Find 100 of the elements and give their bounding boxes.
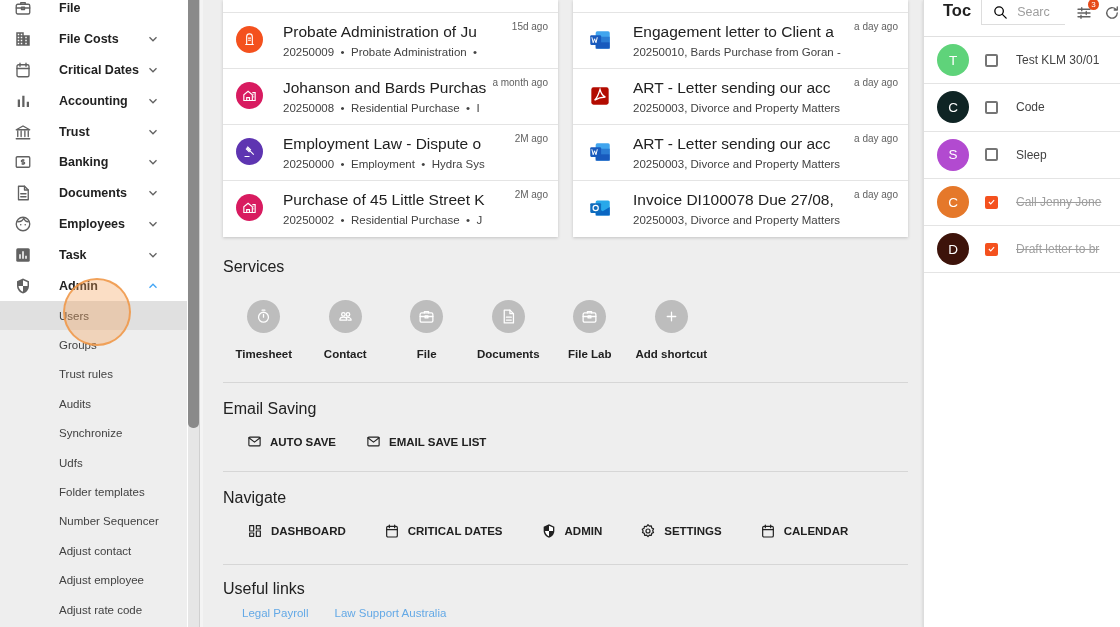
file-list-item[interactable]: Purchase of 45 Little Street K 20250002 • Residential Purchase • J 2M ago	[223, 181, 558, 237]
settings-icon	[640, 523, 657, 539]
calendar-icon	[383, 523, 400, 539]
timestamp: a day ago	[854, 133, 898, 144]
timestamp: a day ago	[854, 21, 898, 32]
timestamp: 2M ago	[514, 133, 548, 144]
building-icon	[14, 30, 32, 49]
document-list-item[interactable]: ART - Letter sending our acc 20250003, Divorce and Property Matters a day ago	[573, 125, 908, 181]
shortcut-button[interactable]: File	[386, 300, 468, 360]
search-icon	[992, 3, 1010, 21]
avatar: S	[937, 138, 969, 171]
sidebar-item[interactable]: Banking	[0, 147, 187, 178]
section-heading: Navigate	[223, 488, 287, 508]
dashboard-icon	[247, 523, 263, 539]
checkbox[interactable]	[985, 242, 998, 256]
checkbox[interactable]	[985, 195, 998, 209]
search-box[interactable]: Searc	[981, 0, 1065, 25]
email-button[interactable]: AUTO SAVE	[237, 430, 347, 453]
panel-title: Toc	[943, 0, 972, 20]
item-subtitle: 20250002 • Residential Purchase • J	[283, 214, 483, 226]
mail-icon	[366, 434, 382, 449]
section-heading: Useful links	[223, 579, 305, 599]
item-title: Probate Administration of Ju	[283, 23, 477, 41]
nav-button[interactable]: CALENDAR	[749, 519, 859, 543]
briefcase-icon	[418, 308, 436, 325]
item-title: Employment Law - Dispute o	[283, 135, 482, 153]
item-subtitle: 20250009 • Probate Administration •	[283, 46, 478, 58]
shortcut-button[interactable]: Timesheet	[223, 300, 305, 360]
sidebar-item[interactable]: Critical Dates	[0, 54, 187, 86]
nav-button[interactable]: ADMIN	[530, 519, 613, 543]
timestamp: a month ago	[492, 77, 548, 88]
submenu-item[interactable]: Groups	[0, 330, 187, 360]
document-list-item[interactable]: Invoice DI100078 Due 27/08, 20250003, Divorce and Property Matters a day ago	[573, 181, 908, 237]
item-subtitle: 20250000 • Employment • Hydra Sys	[283, 158, 485, 170]
avatar: T	[937, 44, 969, 77]
sidebar-item[interactable]: Employees	[0, 208, 187, 240]
avatar: C	[937, 91, 969, 124]
filter-icon	[1075, 4, 1093, 22]
item-title: ART - Letter sending our acc	[633, 135, 831, 153]
checkbox[interactable]	[985, 53, 998, 67]
shortcut-button[interactable]: File Lab	[549, 300, 631, 360]
face-icon	[14, 214, 32, 233]
section-heading: Services	[223, 257, 285, 277]
item-subtitle: 20250003, Divorce and Property Matters	[633, 158, 841, 170]
check-icon	[987, 244, 996, 255]
refresh-icon	[1103, 4, 1120, 22]
nav-button[interactable]: CRITICAL DATES	[373, 519, 513, 543]
timestamp: 15d ago	[511, 21, 548, 32]
task-text: Code	[1016, 100, 1045, 115]
email-button[interactable]: EMAIL SAVE LIST	[356, 430, 497, 453]
chart-square-icon	[14, 245, 32, 264]
item-title: Johanson and Bards Purchas	[283, 79, 487, 97]
sidebar-item[interactable]: File	[0, 0, 187, 24]
filter-count-badge: 3	[1088, 0, 1099, 10]
document-list-item[interactable]: ART - Letter sending our acc 20250003, Divorce and Property Matters a day ago	[573, 69, 908, 125]
item-title: Engagement letter to Client a	[633, 23, 834, 41]
submenu-item[interactable]: Adjust contact	[0, 536, 187, 566]
document-list-item[interactable]: Engagement letter to Client a 20250010, Bards Purchase from Goran - a day ago	[573, 13, 908, 69]
shortcut-button[interactable]: Add shortcut	[630, 300, 712, 360]
submenu-item[interactable]: Adjust rate code	[0, 594, 187, 625]
file-list-item[interactable]: Employment Law - Dispute o 20250000 • Employment • Hydra Sys 2M ago	[223, 125, 558, 181]
checkbox[interactable]	[985, 148, 998, 162]
file-list-item[interactable]: Probate Administration of Ju 20250009 • Probate Administration • 15d ago	[223, 13, 558, 69]
check-icon	[987, 197, 996, 208]
nav-button[interactable]: DASHBOARD	[237, 519, 356, 543]
search-input[interactable]: Searc	[1017, 5, 1056, 19]
timestamp: a day ago	[854, 189, 898, 200]
checkbox[interactable]	[985, 100, 998, 114]
sidebar-item[interactable]: File Costs	[0, 23, 187, 55]
item-subtitle: 20250010, Bards Purchase from Goran -	[633, 46, 841, 58]
item-title: Purchase of 45 Little Street K	[283, 191, 485, 209]
briefcase-icon	[14, 0, 32, 18]
submenu-item[interactable]: Number Sequencer	[0, 506, 187, 537]
sidebar-item[interactable]: Documents	[0, 177, 187, 209]
section-heading: Email Saving	[223, 399, 317, 419]
shortcut-button[interactable]: Documents	[467, 300, 549, 360]
sidebar-item[interactable]: Trust	[0, 116, 187, 147]
timestamp: a day ago	[854, 77, 898, 88]
submenu-item[interactable]: Trust rules	[0, 359, 187, 390]
submenu-item[interactable]: Udfs	[0, 447, 187, 478]
mail-icon	[247, 434, 262, 449]
scrollbar[interactable]	[188, 0, 199, 627]
submenu-item[interactable]: Adjust employee	[0, 565, 187, 595]
sidebar-item[interactable]: Task	[0, 239, 187, 271]
submenu-item[interactable]: Synchronize	[0, 418, 187, 448]
timestamp: 2M ago	[514, 189, 548, 200]
shortcut-button[interactable]: Contact	[304, 300, 386, 360]
task-text: Test KLM 30/01	[1016, 53, 1100, 68]
shield-icon	[14, 276, 32, 295]
item-title: Invoice DI100078 Due 27/08,	[633, 191, 834, 209]
avatar: C	[937, 186, 969, 219]
task-text: Call Jenny Jone	[1016, 195, 1102, 210]
submenu-item[interactable]: Audits	[0, 389, 187, 419]
nav-button[interactable]: SETTINGS	[630, 519, 732, 543]
task-text: Draft letter to br	[1016, 242, 1100, 257]
sidebar-item[interactable]: Accounting	[0, 85, 187, 117]
calendar-icon	[759, 523, 776, 539]
submenu-item[interactable]: Folder templates	[0, 477, 187, 507]
file-list-item[interactable]: Johanson and Bards Purchas 20250008 • Residential Purchase • I a month ago	[223, 69, 558, 125]
item-subtitle: 20250003, Divorce and Property Matters	[633, 214, 841, 226]
